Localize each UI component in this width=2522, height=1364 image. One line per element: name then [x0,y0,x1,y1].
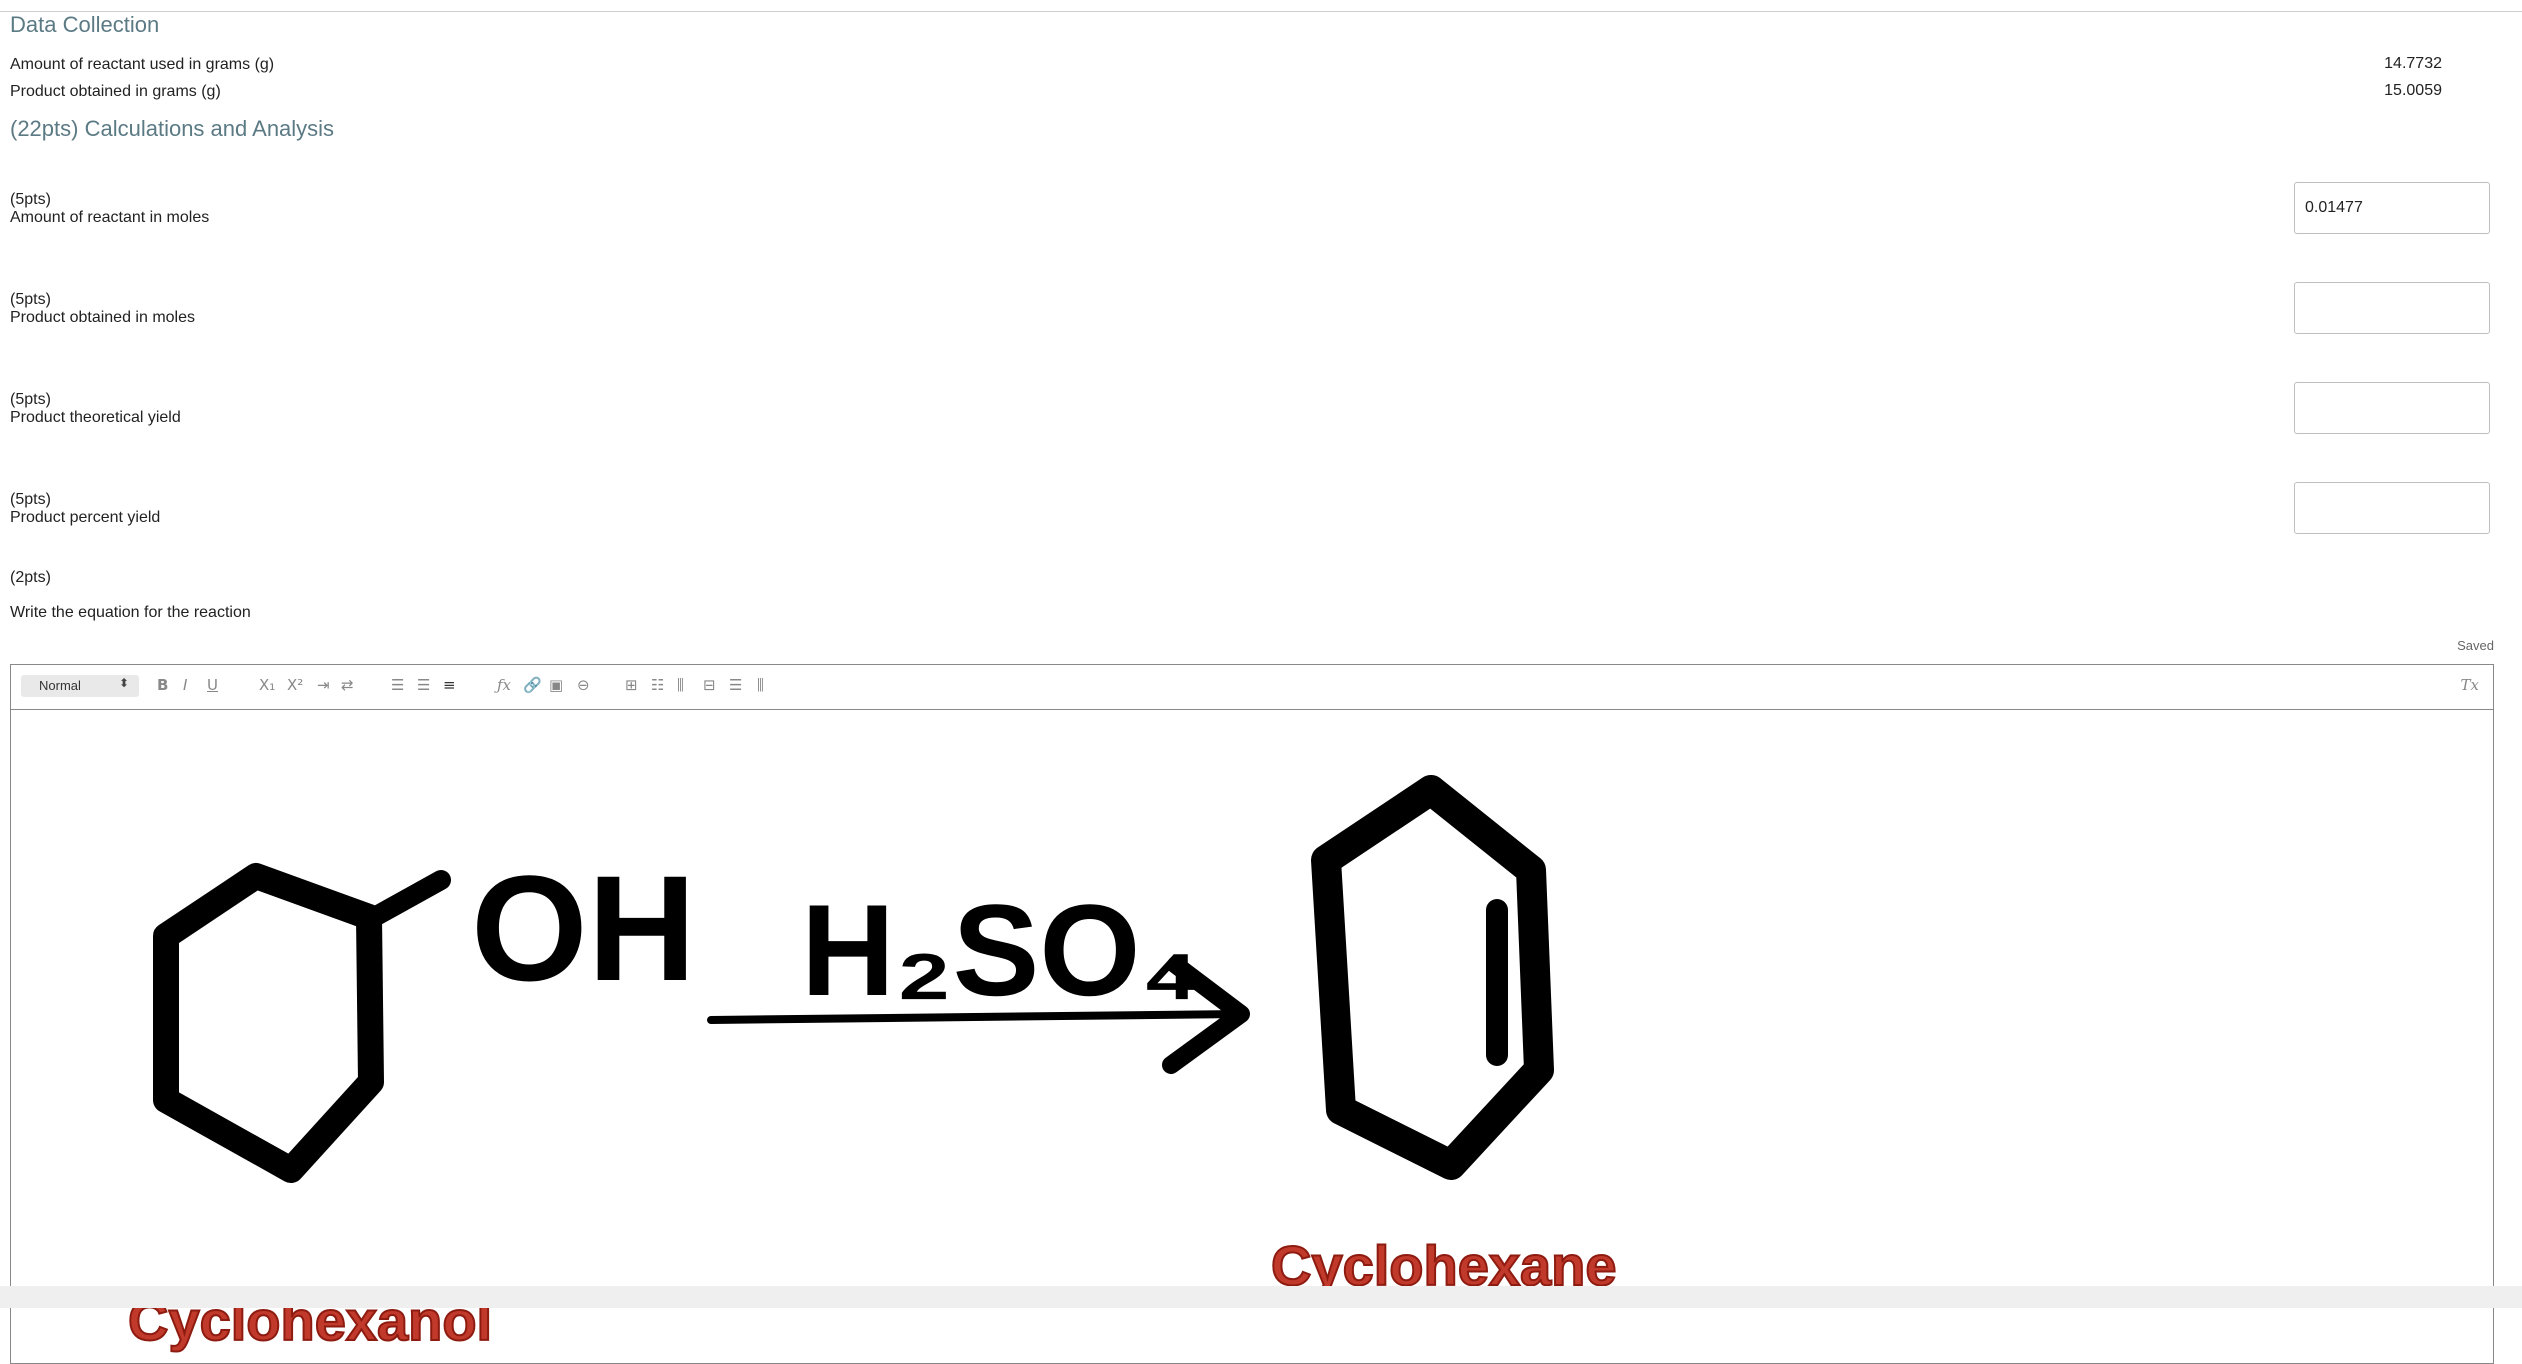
indent-icon[interactable]: ⇥ [317,676,330,694]
reactant-grams-value: 14.7732 [2384,55,2442,72]
table-col-icon[interactable]: ⫼ [677,676,684,694]
reactant-moles-input[interactable] [2294,182,2490,234]
equation-points: (2pts) [10,569,51,586]
calculations-title: (22pts) Calculations and Analysis [10,116,335,141]
oh-text: OH [471,844,696,1012]
align-icon[interactable]: ≡ [443,676,456,694]
formula-icon[interactable]: ƒx [497,676,511,694]
product-grams-label: Product obtained in grams (g) [10,83,221,100]
table-split-icon[interactable]: ⫼ [757,676,764,694]
reagent-text: H₂SO₄ [801,877,1202,1023]
ordered-list-icon[interactable]: ☰ [391,676,404,694]
equation-prompt: Write the equation for the reaction [10,604,251,621]
table-delete-icon[interactable]: ☰ [729,676,742,694]
question-3-points: (5pts) [10,391,51,408]
question-1-points: (5pts) [10,191,51,208]
bottom-scroll-area [0,1286,2522,1308]
format-select-value: Normal [39,678,81,693]
data-collection-title: Data Collection [10,12,160,37]
format-select[interactable]: Normal ⬍ [21,675,139,697]
top-divider [0,0,2522,12]
save-status: Saved [2457,638,2494,653]
table-icon[interactable]: ⊞ [625,676,638,694]
question-1-label: Amount of reactant in moles [10,209,210,226]
link-icon[interactable]: 🔗 [523,676,542,694]
table-cell-icon[interactable]: ⊟ [703,676,716,694]
clear-format-icon[interactable]: Tx [2461,676,2479,694]
select-arrows-icon: ⬍ [118,676,129,690]
italic-icon[interactable]: I [183,676,187,694]
editor-content[interactable]: OH H₂SO₄ Cyclohexanol Cyclohexane [11,710,2493,1363]
table-row-icon[interactable]: ☷ [651,676,664,694]
reaction-drawing: OH H₂SO₄ Cyclohexanol Cyclohexane [127,775,1618,1353]
cyclohexanol-ring [153,863,384,1183]
question-4-label: Product percent yield [10,509,161,526]
question-2-label: Product obtained in moles [10,309,195,326]
question-4-points: (5pts) [10,491,51,508]
theoretical-yield-input[interactable] [2294,382,2490,434]
reactant-grams-label: Amount of reactant used in grams (g) [10,56,275,73]
oh-bond [359,870,451,930]
direction-icon[interactable]: ⇄ [341,676,354,694]
image-icon[interactable]: ▣ [549,676,563,694]
embed-icon[interactable]: ⊖ [577,676,590,694]
rich-text-editor[interactable]: Normal ⬍ B I U X₁ X² ⇥ ⇄ ☰ ☰ ≡ ƒx 🔗 ▣ ⊖ … [10,664,2494,1364]
percent-yield-input[interactable] [2294,482,2490,534]
superscript-icon[interactable]: X² [287,676,303,694]
bold-icon[interactable]: B [157,676,168,694]
question-2-points: (5pts) [10,291,51,308]
bullet-list-icon[interactable]: ☰ [417,676,430,694]
product-moles-input[interactable] [2294,282,2490,334]
subscript-icon[interactable]: X₁ [259,676,275,694]
product-grams-value: 15.0059 [2384,82,2442,99]
editor-toolbar: Normal ⬍ B I U X₁ X² ⇥ ⇄ ☰ ☰ ≡ ƒx 🔗 ▣ ⊖ … [11,665,2493,710]
question-3-label: Product theoretical yield [10,409,181,426]
underline-icon[interactable]: U [207,676,218,694]
